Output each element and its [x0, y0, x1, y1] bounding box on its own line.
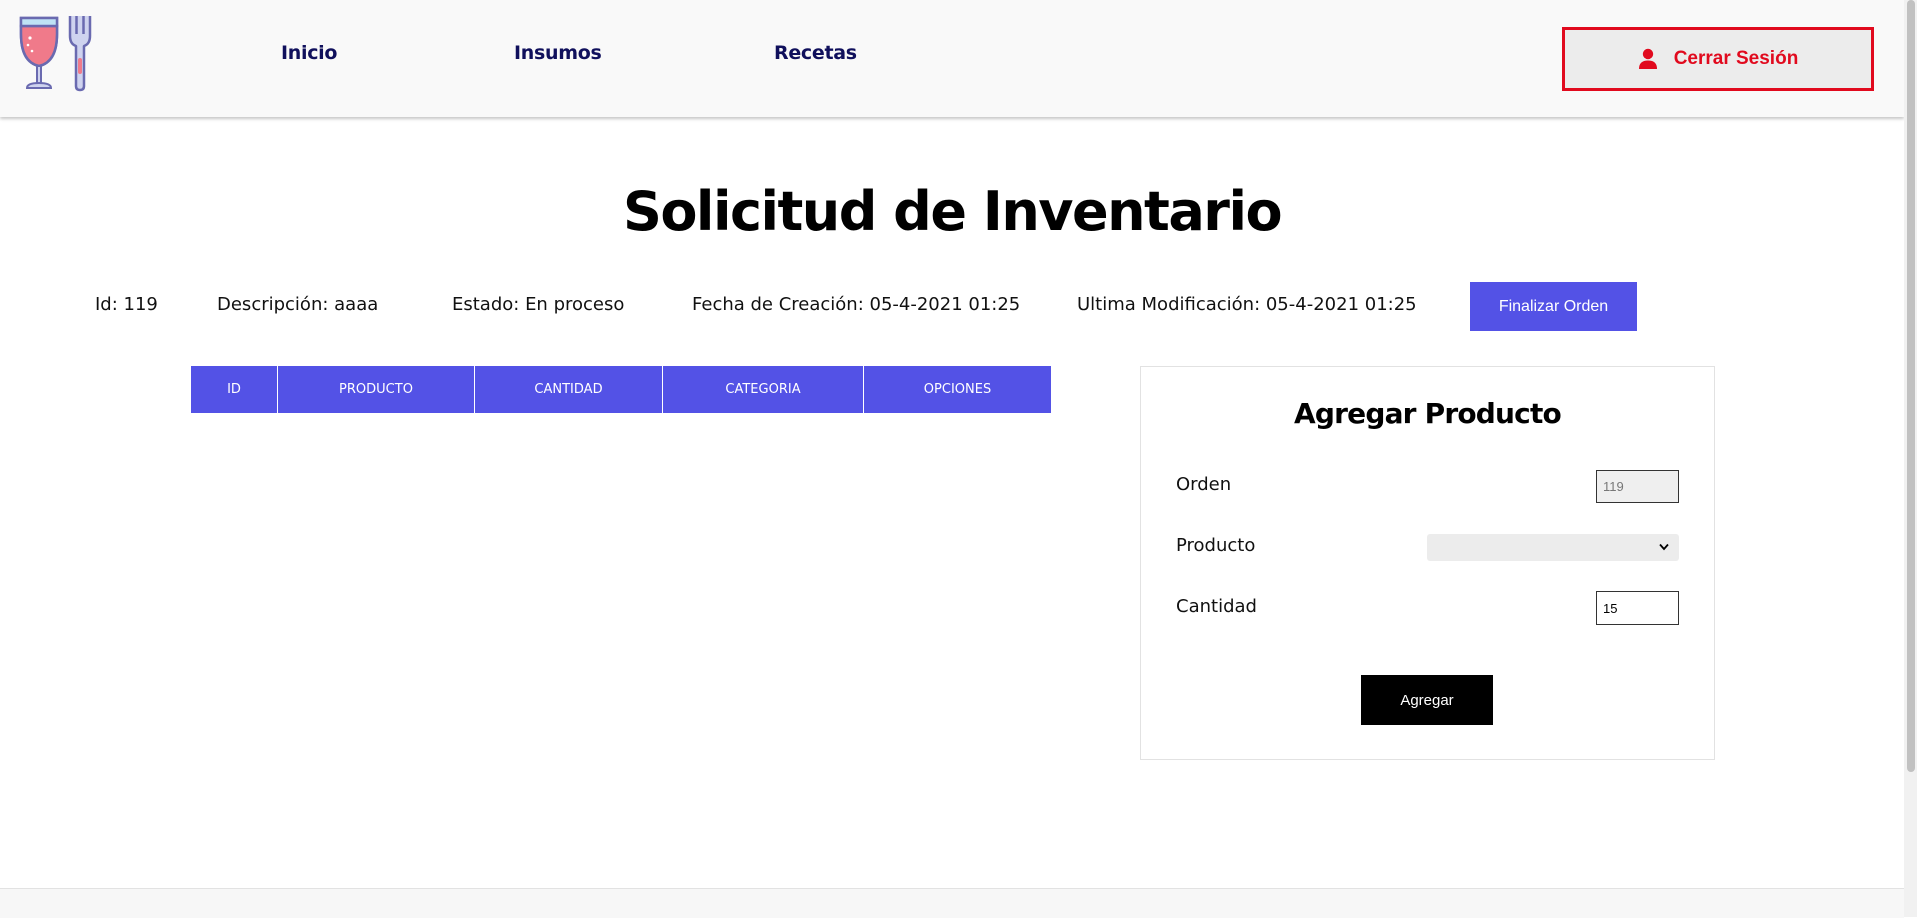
- add-product-title: Agregar Producto: [1294, 397, 1562, 430]
- logout-label: Cerrar Sesión: [1673, 48, 1799, 69]
- column-categoria: CATEGORIA: [663, 366, 864, 413]
- add-product-button[interactable]: Agregar: [1361, 675, 1493, 725]
- nav-recetas[interactable]: Recetas: [774, 42, 857, 64]
- product-label: Producto: [1176, 535, 1256, 556]
- user-icon: [1638, 48, 1657, 69]
- nav-insumos[interactable]: Insumos: [514, 42, 602, 64]
- wine-glass-fork-logo[interactable]: [18, 14, 100, 92]
- nav-inicio[interactable]: Inicio: [281, 42, 337, 64]
- order-id: Id: 119: [95, 294, 158, 315]
- order-status: Estado: En proceso: [452, 294, 625, 315]
- order-modified-date: Ultima Modificación: 05-4-2021 01:25: [1077, 294, 1417, 315]
- quantity-label: Cantidad: [1176, 596, 1257, 617]
- scrollbar-thumb[interactable]: [1907, 0, 1915, 772]
- top-navbar: Inicio Insumos Recetas Cerrar Sesión: [0, 0, 1904, 117]
- order-description: Descripción: aaaa: [217, 294, 379, 315]
- chevron-down-icon: [1659, 543, 1669, 551]
- order-input[interactable]: [1596, 470, 1679, 503]
- column-producto: PRODUCTO: [278, 366, 475, 413]
- order-created-date: Fecha de Creación: 05-4-2021 01:25: [692, 294, 1021, 315]
- quantity-input[interactable]: [1596, 591, 1679, 625]
- finalize-order-button[interactable]: Finalizar Orden: [1470, 282, 1637, 331]
- page-title: Solicitud de Inventario: [622, 180, 1283, 243]
- column-cantidad: CANTIDAD: [475, 366, 663, 413]
- order-label: Orden: [1176, 474, 1232, 495]
- logout-button[interactable]: Cerrar Sesión: [1562, 27, 1874, 91]
- column-opciones: OPCIONES: [923, 382, 992, 397]
- footer: [0, 888, 1904, 918]
- add-product-form: Agregar Producto Orden Producto Cantidad…: [1140, 366, 1715, 760]
- product-select[interactable]: [1427, 534, 1679, 561]
- products-table-header: ID PRODUCTO CANTIDAD CATEGORIA OPCIONES: [191, 366, 1051, 413]
- column-id: ID: [191, 366, 278, 413]
